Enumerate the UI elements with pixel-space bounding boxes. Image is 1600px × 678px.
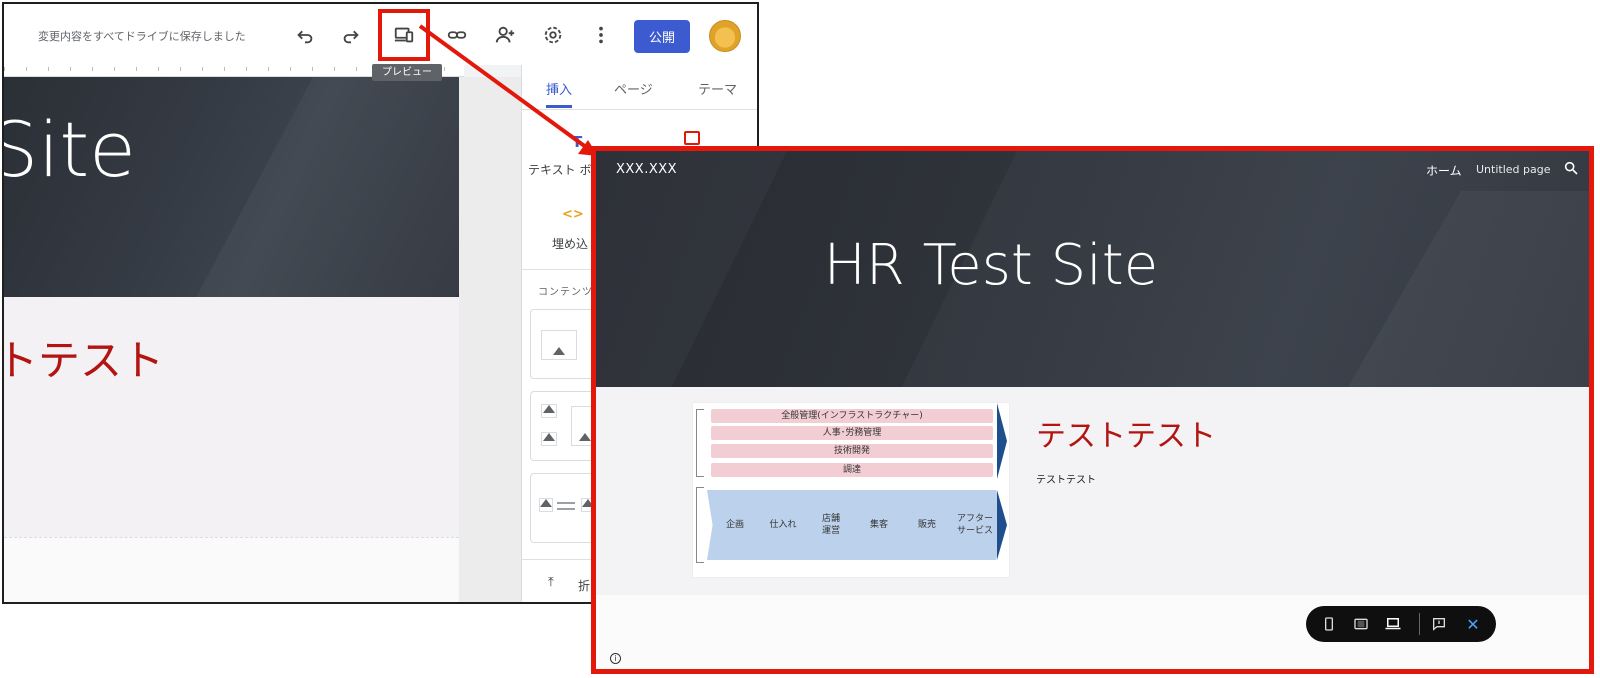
preview-hero-banner: XXX.XXX ホーム Untitled page HR Test Site [596, 151, 1589, 387]
close-icon[interactable]: ✕ [1464, 615, 1482, 634]
undo-icon[interactable] [292, 22, 318, 48]
primary-activity: 販売 [899, 490, 955, 560]
editor-toolbar: 変更内容をすべてドライブに保存しました 公開 [4, 4, 757, 65]
preview-nav-home[interactable]: ホーム [1426, 162, 1462, 179]
image-placeholder-icon [541, 404, 557, 418]
laptop-icon[interactable] [1384, 615, 1402, 633]
primary-activity: 店舗 運営 [803, 490, 859, 560]
search-icon[interactable] [1563, 160, 1581, 178]
primary-activity: 仕入れ [755, 490, 811, 560]
image-placeholder-icon [541, 330, 577, 360]
preview-device-controls: ✕ [1306, 606, 1496, 642]
link-icon[interactable] [444, 22, 470, 48]
content-blocks-label: コンテンツ [538, 287, 593, 298]
support-activity-bar: 調達 [711, 463, 993, 477]
image-insert-icon[interactable] [684, 131, 700, 145]
editor-gutter [459, 77, 521, 602]
image-placeholder-icon [541, 432, 557, 446]
save-status: 変更内容をすべてドライブに保存しました [38, 30, 246, 43]
primary-activity: 企画 [707, 490, 763, 560]
preview-site-title: HR Test Site [823, 233, 1159, 298]
tablet-icon[interactable] [1352, 615, 1370, 633]
primary-activity: 集客 [851, 490, 907, 560]
editor-hero-banner: Site [4, 77, 459, 297]
collapse-icon[interactable]: ⤒ [548, 575, 554, 590]
editor-hero-title: Site [4, 105, 136, 194]
editor-heading: トテスト [2, 336, 165, 385]
avatar[interactable] [709, 20, 741, 52]
redo-icon[interactable] [338, 22, 364, 48]
tab-pages[interactable]: ページ [614, 79, 653, 98]
preview-body-text: テストテスト [1036, 475, 1096, 486]
embed-label[interactable]: 埋め込 [552, 235, 588, 252]
preview-heading: テストテスト [1036, 419, 1216, 454]
text-box-icon[interactable]: T [572, 133, 582, 151]
editor-content-section: トテスト [4, 297, 459, 537]
site-preview-window: XXX.XXX ホーム Untitled page HR Test Site 全… [591, 146, 1594, 674]
support-activity-bar: 技術開発 [711, 444, 993, 458]
preview-nav-untitled-page[interactable]: Untitled page [1476, 163, 1550, 176]
tab-insert[interactable]: 挿入 [546, 79, 572, 98]
feedback-icon[interactable] [1430, 615, 1448, 633]
embed-icon[interactable]: <> [562, 207, 584, 222]
preview-button-highlight [378, 9, 430, 61]
support-activity-bar: 全般管理(インフラストラクチャー) [711, 409, 993, 423]
preview-content-section: 全般管理(インフラストラクチャー) 人事･労務管理 技術開発 調達 企画 仕入れ… [596, 387, 1589, 595]
collapse-label[interactable]: 折 [578, 577, 590, 594]
publish-button[interactable]: 公開 [634, 20, 690, 53]
tab-underline [546, 105, 572, 108]
support-activity-bar: 人事･労務管理 [711, 426, 993, 440]
gear-icon[interactable] [540, 22, 566, 48]
value-chain-figure: 全般管理(インフラストラクチャー) 人事･労務管理 技術開発 調達 企画 仕入れ… [692, 402, 1010, 578]
tab-themes[interactable]: テーマ [698, 79, 737, 98]
more-vert-icon[interactable] [588, 22, 614, 48]
primary-activity: アフター サービス [947, 490, 1003, 560]
info-icon[interactable]: i [610, 653, 621, 664]
preview-tooltip: プレビュー [372, 64, 442, 81]
image-placeholder-icon [539, 498, 553, 512]
preview-site-id[interactable]: XXX.XXX [616, 162, 677, 177]
phone-icon[interactable] [1320, 615, 1338, 633]
editor-footer-section [4, 537, 459, 602]
add-person-icon[interactable] [492, 22, 518, 48]
text-box-label[interactable]: テキスト ボ [528, 161, 591, 178]
